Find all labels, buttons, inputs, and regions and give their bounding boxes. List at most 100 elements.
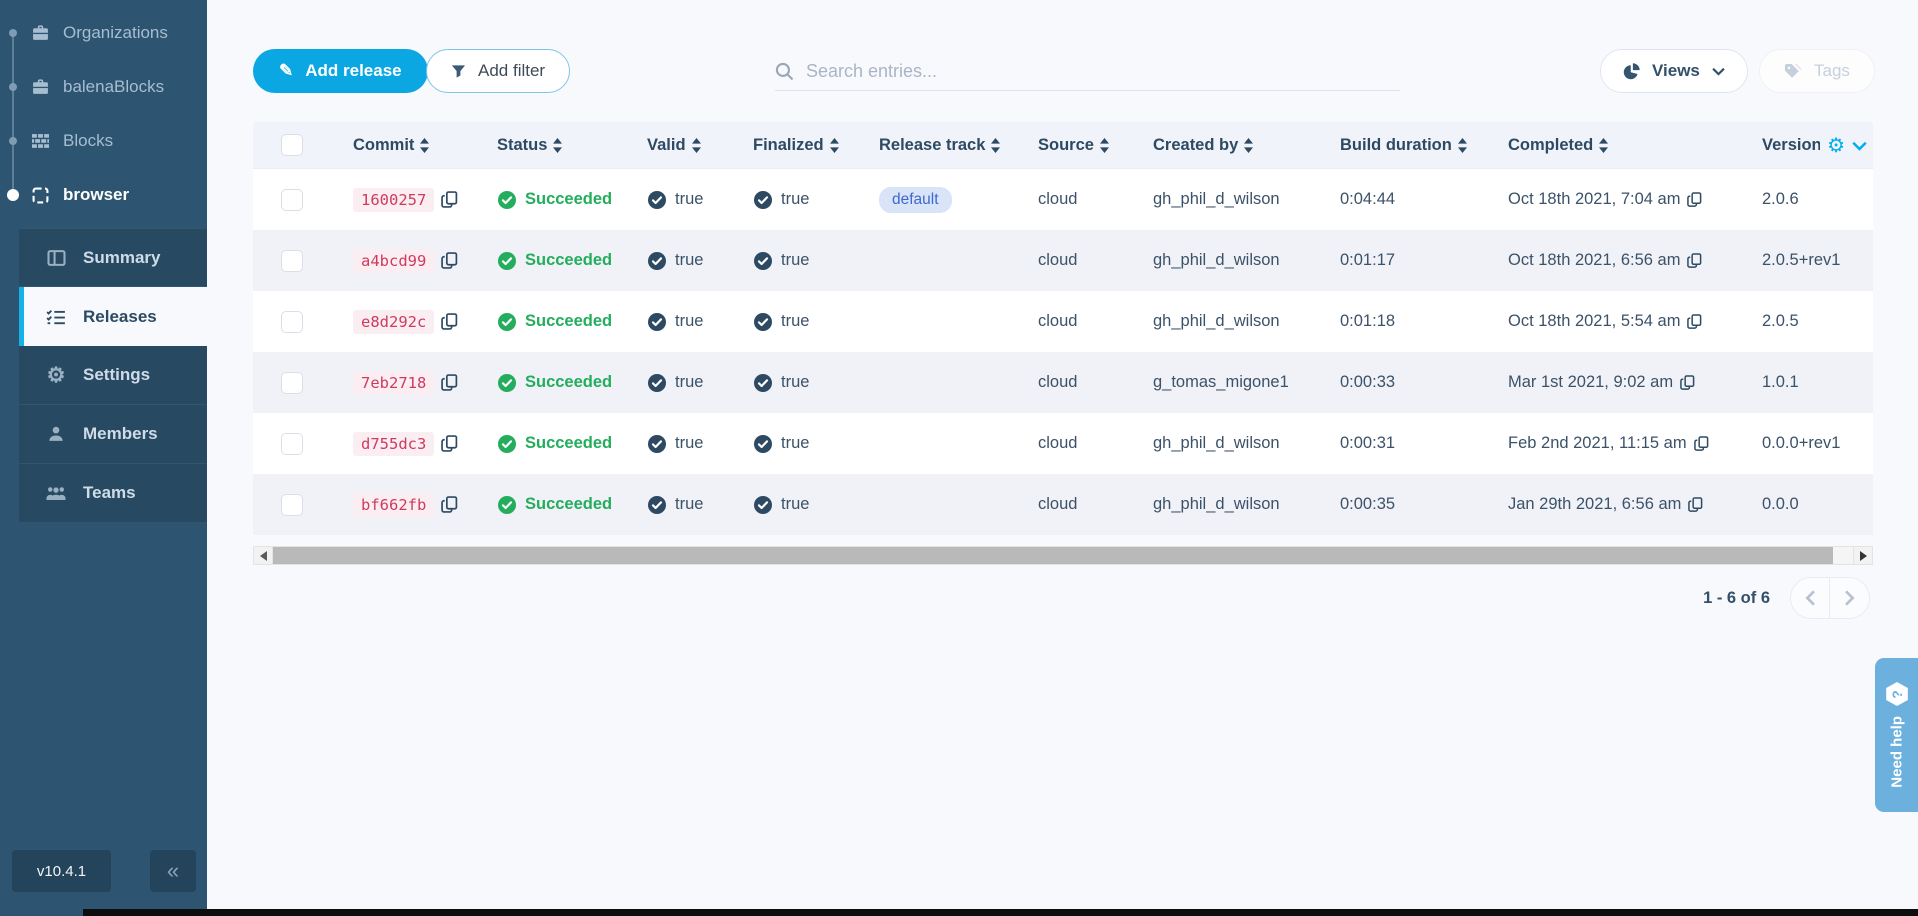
sidebar-item-browser[interactable]: browser xyxy=(0,168,207,222)
copy-icon[interactable] xyxy=(1687,192,1702,207)
add-release-label: Add release xyxy=(305,61,401,81)
add-release-button[interactable]: ✎ Add release xyxy=(253,49,428,93)
copy-icon[interactable] xyxy=(1687,314,1702,329)
valid-text: true xyxy=(675,251,703,270)
tree-dot xyxy=(9,29,17,37)
valid-text: true xyxy=(675,495,703,514)
sort-icon xyxy=(552,138,563,153)
triangle-left-icon xyxy=(260,551,267,561)
commit-hash[interactable]: e8d292c xyxy=(353,310,434,334)
need-help-button[interactable]: Need help ? xyxy=(1875,658,1918,812)
finalized-text: true xyxy=(781,190,809,209)
copy-icon[interactable] xyxy=(441,313,458,330)
check-circle-icon xyxy=(647,251,667,271)
column-header-finalized[interactable]: Finalized xyxy=(753,136,879,155)
source-text: cloud xyxy=(1038,434,1153,453)
sort-icon xyxy=(829,138,840,153)
row-checkbox[interactable] xyxy=(281,189,303,211)
version-text: 2.0.5+rev1 xyxy=(1762,251,1873,270)
scrollbar-thumb[interactable] xyxy=(273,547,1833,564)
triangle-right-icon xyxy=(1860,551,1867,561)
finalized-text: true xyxy=(781,495,809,514)
copy-icon[interactable] xyxy=(441,374,458,391)
sort-icon xyxy=(990,138,1001,153)
sidebar-item-label: balenaBlocks xyxy=(63,77,164,97)
copy-icon[interactable] xyxy=(441,252,458,269)
briefcase-icon xyxy=(32,25,49,41)
table-row[interactable]: bf662fb Succeeded true true cloud gh_phi… xyxy=(253,474,1873,535)
build-duration-text: 0:01:18 xyxy=(1340,312,1508,331)
commit-hash[interactable]: a4bcd99 xyxy=(353,249,434,273)
column-header-commit[interactable]: Commit xyxy=(353,136,497,155)
briefcase-icon xyxy=(32,79,49,95)
table-row[interactable]: e8d292c Succeeded true true cloud gh_phi… xyxy=(253,291,1873,352)
collapse-sidebar-button[interactable]: « xyxy=(150,850,196,892)
copy-icon[interactable] xyxy=(441,496,458,513)
sidebar-item-organizations[interactable]: Organizations xyxy=(0,6,207,60)
sidebar-item-label: Summary xyxy=(83,248,160,268)
sidebar-item-teams[interactable]: Teams xyxy=(19,464,207,523)
search-input[interactable] xyxy=(806,61,1400,82)
valid-text: true xyxy=(675,190,703,209)
pager-control xyxy=(1790,577,1870,619)
check-circle-icon xyxy=(647,434,667,454)
chevron-down-icon xyxy=(1852,141,1867,151)
table-row[interactable]: d755dc3 Succeeded true true cloud gh_phi… xyxy=(253,413,1873,474)
created-by-text: g_tomas_migone1 xyxy=(1153,373,1340,392)
sidebar-item-summary[interactable]: Summary xyxy=(19,228,207,287)
copy-icon[interactable] xyxy=(441,435,458,452)
table-row[interactable]: 1600257 Succeeded true true default clou… xyxy=(253,169,1873,230)
column-header-created-by[interactable]: Created by xyxy=(1153,136,1340,155)
column-header-source[interactable]: Source xyxy=(1038,136,1153,155)
table-row[interactable]: a4bcd99 Succeeded true true cloud gh_phi… xyxy=(253,230,1873,291)
sidebar-item-releases[interactable]: Releases xyxy=(19,287,207,346)
check-circle-icon xyxy=(497,251,517,271)
commit-hash[interactable]: 7eb2718 xyxy=(353,371,434,395)
sidebar-item-balenablocks[interactable]: balenaBlocks xyxy=(0,60,207,114)
row-checkbox[interactable] xyxy=(281,311,303,333)
copy-icon[interactable] xyxy=(441,191,458,208)
sidebar-item-settings[interactable]: ⚙ Settings xyxy=(19,346,207,405)
row-checkbox[interactable] xyxy=(281,372,303,394)
member-icon xyxy=(45,426,67,442)
tag-icon xyxy=(1784,63,1802,79)
tags-button[interactable]: Tags xyxy=(1759,49,1875,93)
next-page-button[interactable] xyxy=(1830,578,1869,618)
row-checkbox[interactable] xyxy=(281,250,303,272)
add-filter-button[interactable]: Add filter xyxy=(426,49,570,93)
column-header-valid[interactable]: Valid xyxy=(647,136,753,155)
commit-hash[interactable]: d755dc3 xyxy=(353,432,434,456)
copy-icon[interactable] xyxy=(1687,253,1702,268)
completed-text: Oct 18th 2021, 5:54 am xyxy=(1508,312,1680,331)
table-row[interactable]: 7eb2718 Succeeded true true cloud g_toma… xyxy=(253,352,1873,413)
sidebar-item-label: Members xyxy=(83,424,158,444)
org-tree: Organizations balenaBlocks Blocks xyxy=(0,0,207,222)
copy-icon[interactable] xyxy=(1680,375,1695,390)
commit-hash[interactable]: bf662fb xyxy=(353,493,434,517)
column-header-status[interactable]: Status xyxy=(497,136,647,155)
sort-icon xyxy=(1243,138,1254,153)
row-checkbox[interactable] xyxy=(281,433,303,455)
previous-page-button[interactable] xyxy=(1791,578,1830,618)
column-header-completed[interactable]: Completed xyxy=(1508,136,1762,155)
column-settings-control[interactable]: ⚙ xyxy=(1827,122,1867,169)
horizontal-scrollbar[interactable] xyxy=(253,546,1873,565)
views-button[interactable]: Views xyxy=(1600,49,1748,93)
commit-hash[interactable]: 1600257 xyxy=(353,188,434,212)
chevron-right-icon xyxy=(1844,590,1855,606)
sidebar-item-members[interactable]: Members xyxy=(19,405,207,464)
scroll-right-button[interactable] xyxy=(1853,547,1872,564)
column-header-build-duration[interactable]: Build duration xyxy=(1340,136,1508,155)
copy-icon[interactable] xyxy=(1688,497,1703,512)
select-all-checkbox[interactable] xyxy=(281,134,303,156)
row-checkbox[interactable] xyxy=(281,494,303,516)
tree-dot xyxy=(9,83,17,91)
chevron-left-icon xyxy=(1805,590,1816,606)
copy-icon[interactable] xyxy=(1694,436,1709,451)
gear-icon: ⚙ xyxy=(45,365,67,386)
column-header-release-track[interactable]: Release track xyxy=(879,136,1038,155)
sidebar-item-blocks[interactable]: Blocks xyxy=(0,114,207,168)
created-by-text: gh_phil_d_wilson xyxy=(1153,434,1340,453)
scroll-left-button[interactable] xyxy=(254,547,273,564)
completed-text: Jan 29th 2021, 6:56 am xyxy=(1508,495,1681,514)
